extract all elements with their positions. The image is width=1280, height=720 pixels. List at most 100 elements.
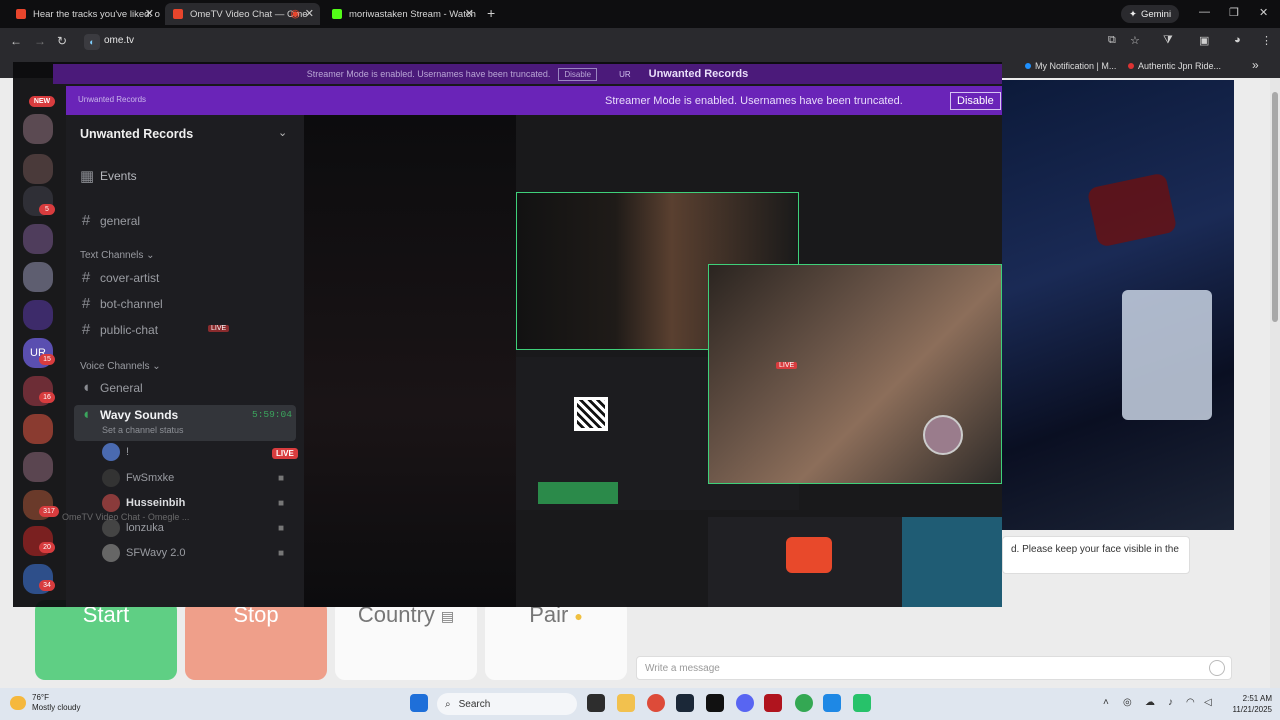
server-icon[interactable] [23,300,53,330]
channel-general[interactable]: # general [80,212,140,229]
chevron-down-icon[interactable]: ⌄ [278,126,287,139]
task-view-icon[interactable] [587,694,605,712]
weather-widget[interactable]: 76°F Mostly cloudy [10,693,80,713]
camera-icon: ■ [278,473,285,484]
stop-button[interactable]: Stop [185,600,327,680]
category-text-channels[interactable]: Text Channels ⌄ [80,250,155,261]
hash-icon: # [81,212,91,229]
server-icon[interactable] [23,262,53,292]
tab-ometv[interactable]: OmeTV Video Chat — Ome ◉ ✕ [165,3,320,25]
voice-user[interactable]: ! [102,443,129,461]
volume-icon[interactable]: ◁ [1204,697,1212,708]
server-icon[interactable] [23,414,53,444]
ometv-preview-tile[interactable] [708,517,1002,607]
profile-icon[interactable]: ◕ [1234,34,1241,46]
app-icon[interactable] [764,694,782,712]
live-badge: LIVE [272,448,298,459]
server-name-header[interactable]: Unwanted Records [80,127,193,141]
discord-icon[interactable] [736,694,754,712]
country-button[interactable]: Country ▤ [335,600,477,680]
server-icon[interactable] [23,114,53,144]
forward-icon[interactable]: → [34,34,46,48]
more-bookmarks-icon[interactable]: » [1252,58,1259,72]
minimize-icon[interactable]: — [1199,6,1210,18]
system-clock[interactable]: 2:51 AM 11/21/2025 [1222,693,1272,715]
hash-icon: # [81,295,91,312]
close-tab-icon[interactable]: ✕ [465,7,474,20]
voice-user[interactable]: FwSmxke [102,469,174,487]
app-icon[interactable] [853,694,871,712]
bookmark-star-icon[interactable]: ☆ [1130,34,1140,47]
app-icon[interactable] [823,694,841,712]
reload-icon[interactable]: ↻ [57,34,67,48]
close-window-icon[interactable]: ✕ [1259,6,1268,19]
username: FwSmxke [126,472,175,484]
steam-icon[interactable] [676,694,694,712]
chevron-up-icon[interactable]: ˄ [1103,697,1109,708]
start-button[interactable]: Start [35,600,177,680]
set-channel-status[interactable]: Set a channel status [102,425,184,435]
video-tile-self[interactable] [708,264,1002,484]
channel-bot[interactable]: # bot-channel [80,295,163,312]
split-view-icon[interactable]: ▣ [1199,34,1209,47]
gemini-button[interactable]: ✦ Gemini [1121,5,1180,23]
restore-icon[interactable]: ❐ [1229,6,1239,19]
close-tab-icon[interactable]: ✕ [145,7,154,20]
avatar [923,415,963,455]
microphone-icon[interactable]: ♪ [1168,697,1173,708]
kick-favicon-icon [332,9,342,19]
server-icon[interactable] [23,224,53,254]
pair-button[interactable]: Pair ● [485,600,627,680]
voice-channel-general[interactable]: ◖ General [80,379,142,396]
taskbar-search[interactable]: ⌕ Search [437,693,577,715]
category-voice-channels[interactable]: Voice Channels ⌄ [80,361,161,372]
channel-public-chat[interactable]: # public-chat [80,321,158,338]
scrollbar-thumb[interactable] [1272,92,1278,322]
url-bar[interactable]: ome.tv [104,35,134,46]
mention-badge: 317 [39,506,59,517]
back-icon[interactable]: ← [10,34,22,48]
air-conditioner [1122,290,1212,420]
hash-icon: # [81,269,91,286]
close-tab-icon[interactable]: ✕ [305,7,314,20]
menu-kebab-icon[interactable]: ⋮ [1261,34,1272,47]
events-label: Events [100,169,137,183]
tab-soundcloud[interactable]: Hear the tracks you've liked: or ✕ [8,3,160,25]
face-visible-notice: d. Please keep your face visible in the [1002,536,1190,574]
soundcloud-favicon-icon [16,9,26,19]
events-item[interactable]: ▦ Events [80,167,137,185]
voice-user[interactable]: Husseinbih [102,494,185,512]
install-app-icon[interactable]: ⧉ [1108,34,1116,47]
file-explorer-icon[interactable] [617,694,635,712]
new-tab-button[interactable]: + [487,5,495,21]
avatar [102,443,120,461]
bookmark-notification[interactable]: My Notification | M... [1025,61,1116,71]
extensions-icon[interactable]: ⧩ [1163,34,1173,47]
message-input[interactable]: Write a message [636,656,1232,680]
avatar [102,544,120,562]
page-scrollbar[interactable] [1270,78,1280,688]
voice-timer: 5:59:04 [252,409,292,420]
tab-kick[interactable]: moriwastaken Stream - Watch ✕ [324,3,480,25]
new-badge: NEW [29,96,55,107]
streamer-banner-text: Streamer Mode is enabled. Usernames have… [605,95,903,107]
emoji-icon[interactable] [1209,660,1225,676]
voice-user[interactable]: SFWavy 2.0 [102,544,186,562]
site-info-icon[interactable]: ◐ [84,34,100,50]
chrome-icon[interactable] [647,694,665,712]
terminal-icon[interactable] [706,694,724,712]
headset-icon[interactable]: ◎ [1123,697,1132,708]
bookmark-jpn-ride[interactable]: Authentic Jpn Ride... [1128,61,1221,71]
chrome-profile-icon[interactable] [795,694,813,712]
disable-streamer-mode-button[interactable]: Disable [950,92,1001,110]
server-icon[interactable] [23,154,53,184]
mention-badge: 5 [39,204,55,215]
mention-badge: 20 [39,542,55,553]
cloud-icon[interactable]: ☁ [1145,697,1155,708]
voice-channel-wavy-sounds[interactable]: ◖ Wavy Sounds [80,406,178,423]
server-icon[interactable] [23,452,53,482]
wifi-icon[interactable]: ◠ [1186,697,1195,708]
channel-cover-artist[interactable]: # cover-artist [80,269,160,286]
disable-button-ghost[interactable]: Disable [558,67,598,81]
windows-start-icon[interactable] [410,694,428,712]
